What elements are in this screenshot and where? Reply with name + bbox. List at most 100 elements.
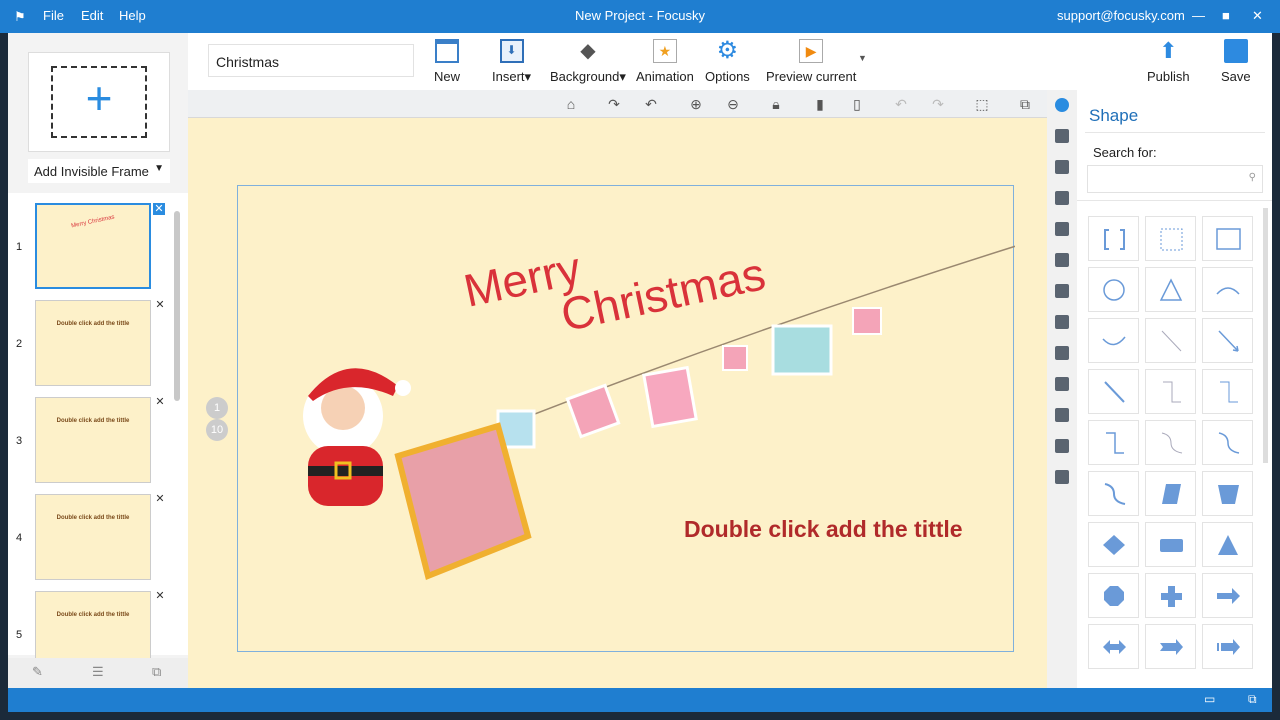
rotate-right-icon[interactable]: ↷ (606, 96, 622, 112)
canvas[interactable]: Merry Christmas Double click add the tit… (188, 118, 1047, 688)
shape-octagon[interactable] (1088, 573, 1139, 618)
flash-tab-icon[interactable] (1055, 315, 1069, 329)
layers-tab-icon[interactable] (1055, 408, 1069, 422)
fit-frame-icon[interactable]: ⬚ (974, 96, 990, 112)
shape-circle[interactable] (1088, 267, 1139, 312)
animation-button[interactable]: ★ Animation (636, 39, 694, 84)
plane-tab-icon[interactable] (1055, 284, 1069, 298)
shape-s-curve-double-arrow[interactable] (1088, 471, 1139, 516)
slide-thumbnail[interactable]: Double click add the tittle ✕ (35, 493, 166, 580)
shape-right-arrow[interactable] (1202, 573, 1253, 618)
shape-search-input[interactable]: ⚲ (1087, 165, 1263, 193)
slide-thumbnail[interactable]: Double click add the tittle ✕ (35, 299, 166, 386)
project-name-input[interactable]: Christmas (208, 44, 414, 77)
shape-filled-triangle[interactable] (1202, 522, 1253, 567)
archive-tab-icon[interactable] (1055, 470, 1069, 484)
search-label: Search for: (1093, 145, 1157, 160)
slide-thumbnail[interactable]: Merry Christmas ✕ (35, 203, 165, 289)
thumbnail-title: Double click add the tittle (56, 321, 130, 327)
background-button[interactable]: ◆ Background▾ (550, 39, 626, 85)
shape-striped-arrow[interactable] (1202, 624, 1253, 669)
preview-dropdown-icon[interactable]: ▼ (858, 53, 867, 63)
shape-elbow-arrow[interactable] (1202, 369, 1253, 414)
path-marker[interactable]: 1 (206, 397, 228, 419)
home-icon[interactable]: ⌂ (563, 96, 579, 112)
people-tab-icon[interactable] (1055, 346, 1069, 360)
shape-left-right-arrow[interactable] (1088, 624, 1139, 669)
window-icon[interactable]: ⧉ (1248, 692, 1257, 707)
chevron-arrow-icon (1160, 639, 1183, 655)
delete-slide-icon[interactable]: ✕ (154, 493, 166, 505)
slide-subtitle[interactable]: Double click add the tittle (684, 516, 963, 543)
shape-curved-arrow[interactable] (1088, 318, 1139, 363)
slide-frame[interactable]: Merry Christmas Double click add the tit… (237, 185, 1015, 652)
shape-s-curve[interactable] (1145, 420, 1196, 465)
path-marker[interactable]: 10 (206, 419, 228, 441)
panel-title: Shape (1089, 106, 1139, 125)
shape-rect[interactable] (1202, 216, 1253, 261)
shape-double-arrow-line[interactable] (1088, 369, 1139, 414)
shape-chevron-arrow[interactable] (1145, 624, 1196, 669)
scrollbar[interactable] (1263, 208, 1268, 463)
edit-icon[interactable]: ✎ (32, 664, 43, 680)
options-button[interactable]: ⚙ Options (705, 39, 750, 85)
text-tab-icon[interactable] (1055, 160, 1069, 174)
link-tab-icon[interactable] (1055, 253, 1069, 267)
add-frame-button[interactable]: + (28, 52, 170, 152)
shape-cross[interactable] (1145, 573, 1196, 618)
delete-slide-icon[interactable]: ✕ (153, 203, 165, 215)
slide-thumbnail[interactable]: Double click add the tittle ✕ (35, 396, 166, 483)
music-tab-icon[interactable] (1055, 222, 1069, 236)
monitor-icon[interactable]: ▭ (1204, 692, 1215, 706)
cross-icon (1161, 586, 1182, 607)
trapezoid-icon (1218, 485, 1239, 504)
undo-icon[interactable]: ↶ (893, 96, 909, 112)
hat-tab-icon[interactable] (1055, 377, 1069, 391)
save-button[interactable]: Save (1221, 39, 1251, 84)
paste-icon[interactable]: ▯ (849, 96, 865, 112)
redo-icon[interactable]: ↷ (930, 96, 946, 112)
zoom-out-icon[interactable]: ⊖ (725, 96, 741, 112)
shape-arrow-line[interactable] (1202, 318, 1253, 363)
delete-slide-icon[interactable]: ✕ (154, 396, 166, 408)
shape-dotted-rect[interactable] (1145, 216, 1196, 261)
shape-rounded-rect[interactable] (1145, 522, 1196, 567)
window-icon[interactable]: ⧉ (1017, 96, 1033, 112)
shape-arc[interactable] (1202, 267, 1253, 312)
layout-tab-icon[interactable] (1055, 439, 1069, 453)
maximize-button[interactable]: ■ (1222, 8, 1230, 23)
scrollbar[interactable] (174, 211, 180, 401)
shape-diamond[interactable] (1088, 522, 1139, 567)
minimize-button[interactable]: — (1192, 8, 1205, 23)
frame-type-dropdown[interactable]: Add Invisible Frame ▼ (28, 159, 170, 183)
close-button[interactable]: ✕ (1252, 8, 1263, 24)
shape-elbow-double-arrow[interactable] (1088, 420, 1139, 465)
duplicate-icon[interactable]: ⧉ (152, 664, 161, 680)
shape-triangle[interactable] (1145, 267, 1196, 312)
parallelogram-icon (1162, 484, 1181, 504)
elbow-arrow-icon (1220, 381, 1238, 403)
insert-button[interactable]: ⬇ Insert▾ (492, 39, 531, 85)
zoom-in-icon[interactable]: ⊕ (688, 96, 704, 112)
new-button[interactable]: New (434, 39, 460, 84)
delete-slide-icon[interactable]: ✕ (154, 299, 166, 311)
publish-icon: ⬆ (1159, 38, 1178, 63)
shape-s-curve-arrow[interactable] (1202, 420, 1253, 465)
shape-bracket[interactable] (1088, 216, 1139, 261)
publish-button[interactable]: ⬆ Publish (1147, 38, 1190, 85)
account-link[interactable]: support@focusky.com (1057, 8, 1185, 23)
shape-tab-icon[interactable] (1055, 98, 1069, 112)
video-tab-icon[interactable] (1055, 191, 1069, 205)
lock-icon[interactable]: 🔒︎ (768, 96, 784, 112)
search-icon[interactable]: ⚲ (1249, 172, 1256, 183)
image-tab-icon[interactable] (1055, 129, 1069, 143)
preview-current-button[interactable]: ▶ Preview current (766, 39, 856, 84)
shape-line[interactable] (1145, 318, 1196, 363)
shape-parallelogram[interactable] (1145, 471, 1196, 516)
shape-elbow[interactable] (1145, 369, 1196, 414)
rotate-left-icon[interactable]: ↶ (643, 96, 659, 112)
list-icon[interactable]: ☰ (92, 664, 104, 680)
copy-icon[interactable]: ▮ (812, 96, 828, 112)
delete-slide-icon[interactable]: ✕ (154, 590, 166, 602)
shape-trapezoid[interactable] (1202, 471, 1253, 516)
